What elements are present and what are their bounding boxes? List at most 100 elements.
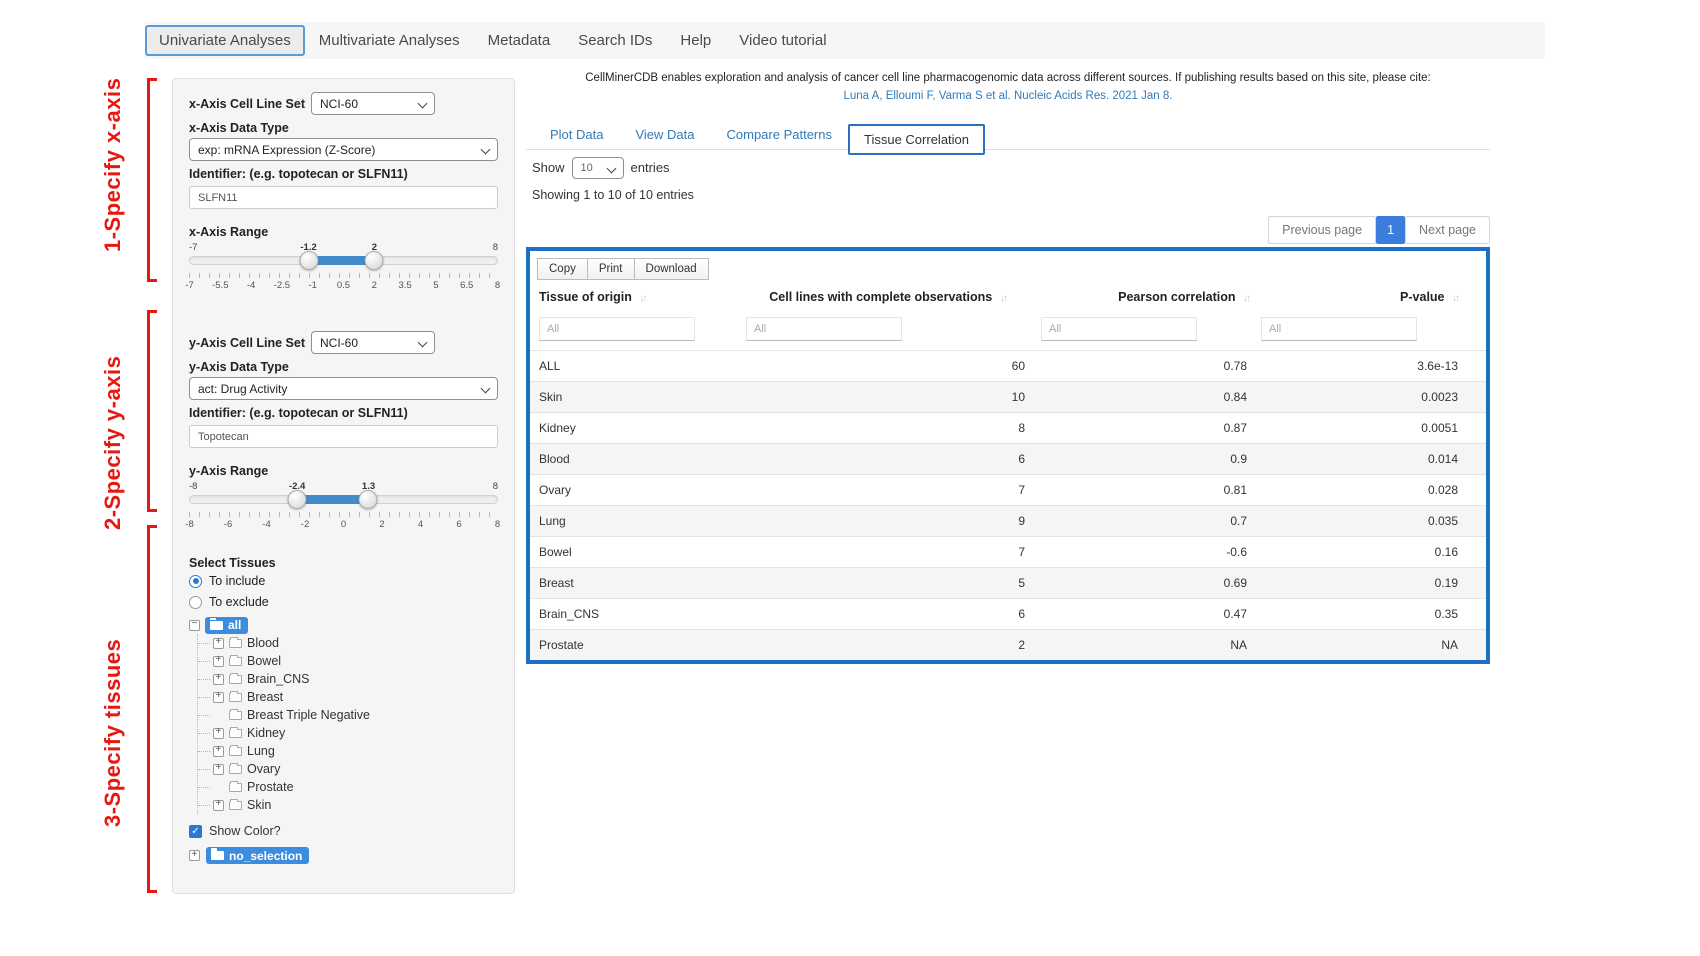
tree-node[interactable]: Brain_CNS bbox=[224, 670, 498, 688]
folder-icon bbox=[229, 639, 242, 648]
tick-label: 6.5 bbox=[460, 280, 473, 291]
nav-tab[interactable]: Video tutorial bbox=[725, 25, 840, 56]
export-button[interactable]: Copy bbox=[537, 258, 588, 280]
y-slider-to-handle[interactable] bbox=[359, 490, 378, 509]
expand-icon[interactable] bbox=[213, 782, 224, 793]
table-row[interactable]: Skin 10 0.84 0.0023 bbox=[530, 381, 1486, 412]
entries-label: entries bbox=[631, 160, 670, 175]
show-color-checkbox[interactable]: ✓ bbox=[189, 825, 202, 838]
analysis-tab[interactable]: Tissue Correlation bbox=[848, 124, 985, 155]
folder-icon bbox=[229, 657, 242, 666]
column-header-pearson[interactable]: Pearson correlation ↓↑ bbox=[1035, 280, 1255, 312]
tree-node-no-selection[interactable]: no_selection bbox=[189, 847, 498, 864]
expand-icon[interactable] bbox=[213, 656, 224, 667]
tree-node[interactable]: Lung bbox=[224, 742, 498, 760]
page-size-select[interactable]: 10 bbox=[572, 157, 624, 179]
y-identifier-input[interactable] bbox=[189, 425, 498, 448]
tree-node[interactable]: Kidney bbox=[224, 724, 498, 742]
showing-entries-text: Showing 1 to 10 of 10 entries bbox=[532, 188, 1490, 202]
column-header-tissue[interactable]: Tissue of origin ↓↑ bbox=[530, 280, 740, 312]
table-row[interactable]: Brain_CNS 6 0.47 0.35 bbox=[530, 598, 1486, 629]
tree-node-all[interactable]: all bbox=[189, 616, 498, 634]
tissue-filter-input[interactable] bbox=[539, 317, 695, 341]
page-size-value: 10 bbox=[581, 162, 593, 174]
expand-icon[interactable] bbox=[213, 764, 224, 775]
table-row[interactable]: Lung 9 0.7 0.035 bbox=[530, 505, 1486, 536]
tree-node[interactable]: Breast Triple Negative bbox=[224, 706, 498, 724]
expand-icon[interactable] bbox=[213, 674, 224, 685]
table-row[interactable]: Kidney 8 0.87 0.0051 bbox=[530, 412, 1486, 443]
cell-lines-cell: 60 bbox=[740, 350, 1035, 381]
collapse-icon[interactable] bbox=[189, 620, 200, 631]
x-slider-track[interactable] bbox=[189, 256, 498, 265]
folder-icon bbox=[229, 765, 242, 774]
y-data-type-select[interactable]: act: Drug Activity bbox=[189, 377, 498, 400]
x-data-type-select[interactable]: exp: mRNA Expression (Z-Score) bbox=[189, 138, 498, 161]
tree-node-label: Breast Triple Negative bbox=[247, 708, 370, 722]
cell-lines-filter-input[interactable] bbox=[746, 317, 902, 341]
include-radio[interactable] bbox=[189, 575, 202, 588]
x-identifier-input[interactable] bbox=[189, 186, 498, 209]
analysis-tab[interactable]: Plot Data bbox=[534, 120, 619, 149]
table-row[interactable]: Ovary 7 0.81 0.028 bbox=[530, 474, 1486, 505]
sort-icon[interactable]: ↓↑ bbox=[1000, 293, 1006, 304]
analysis-tab[interactable]: View Data bbox=[619, 120, 710, 149]
nav-tab[interactable]: Help bbox=[666, 25, 725, 56]
column-header-pvalue[interactable]: P-value ↓↑ bbox=[1255, 280, 1486, 312]
tissue-cell: Bowel bbox=[530, 536, 740, 567]
tree-node[interactable]: Prostate bbox=[224, 778, 498, 796]
x-cell-line-set-select[interactable]: NCI-60 bbox=[311, 92, 435, 115]
expand-icon[interactable] bbox=[213, 728, 224, 739]
pearson-cell: 0.7 bbox=[1035, 505, 1255, 536]
sort-icon[interactable]: ↓↑ bbox=[1243, 293, 1249, 304]
sort-icon[interactable]: ↓↑ bbox=[639, 293, 645, 304]
pvalue-filter-input[interactable] bbox=[1261, 317, 1417, 341]
tree-node[interactable]: Ovary bbox=[224, 760, 498, 778]
tree-node[interactable]: Bowel bbox=[224, 652, 498, 670]
expand-icon[interactable] bbox=[213, 638, 224, 649]
chevron-down-icon bbox=[606, 163, 616, 173]
expand-icon[interactable] bbox=[213, 800, 224, 811]
table-row[interactable]: Breast 5 0.69 0.19 bbox=[530, 567, 1486, 598]
y-slider-track[interactable] bbox=[189, 495, 498, 504]
y-slider-from-handle[interactable] bbox=[288, 490, 307, 509]
y-cell-line-set-select[interactable]: NCI-60 bbox=[311, 331, 435, 354]
x-slider-to-handle[interactable] bbox=[365, 251, 384, 270]
x-slider-from-handle[interactable] bbox=[299, 251, 318, 270]
column-header-cell-lines[interactable]: Cell lines with complete observations ↓↑ bbox=[740, 280, 1035, 312]
nav-tab[interactable]: Univariate Analyses bbox=[145, 25, 305, 56]
export-button[interactable]: Download bbox=[634, 258, 709, 280]
export-button[interactable]: Print bbox=[587, 258, 635, 280]
expand-icon[interactable] bbox=[213, 692, 224, 703]
table-row[interactable]: Bowel 7 -0.6 0.16 bbox=[530, 536, 1486, 567]
tree-node[interactable]: Skin bbox=[224, 796, 498, 814]
pearson-filter-input[interactable] bbox=[1041, 317, 1197, 341]
exclude-radio[interactable] bbox=[189, 596, 202, 609]
analysis-tab-label: View Data bbox=[635, 127, 694, 142]
nav-tab[interactable]: Multivariate Analyses bbox=[305, 25, 474, 56]
analysis-tab[interactable]: Compare Patterns bbox=[711, 120, 849, 149]
annotation-step2: 2-Specify y-axis bbox=[100, 345, 126, 540]
previous-page-button[interactable]: Previous page bbox=[1268, 216, 1376, 244]
y-range-label: y-Axis Range bbox=[189, 464, 498, 478]
table-row[interactable]: Blood 6 0.9 0.014 bbox=[530, 443, 1486, 474]
expand-icon[interactable] bbox=[213, 710, 224, 721]
tick-label: 8 bbox=[495, 519, 500, 530]
tree-node[interactable]: Blood bbox=[224, 634, 498, 652]
pearson-cell: 0.84 bbox=[1035, 381, 1255, 412]
next-page-button[interactable]: Next page bbox=[1405, 216, 1490, 244]
analysis-tab-label: Compare Patterns bbox=[727, 127, 833, 142]
current-page-button[interactable]: 1 bbox=[1376, 216, 1405, 244]
citation-link[interactable]: Luna A, Elloumi F, Varma S et al. Nuclei… bbox=[844, 90, 1173, 102]
nav-tab[interactable]: Search IDs bbox=[564, 25, 666, 56]
tissue-correlation-table: Tissue of origin ↓↑ Cell lines with comp… bbox=[530, 280, 1486, 661]
tree-node[interactable]: Breast bbox=[224, 688, 498, 706]
expand-icon[interactable] bbox=[213, 746, 224, 757]
table-row[interactable]: Prostate 2 NA NA bbox=[530, 629, 1486, 660]
nav-tab-label: Univariate Analyses bbox=[159, 32, 291, 49]
sort-icon[interactable]: ↓↑ bbox=[1452, 293, 1458, 304]
x-cell-line-set-value: NCI-60 bbox=[320, 97, 358, 111]
table-row[interactable]: ALL 60 0.78 3.6e-13 bbox=[530, 350, 1486, 381]
expand-icon[interactable] bbox=[189, 850, 200, 861]
nav-tab[interactable]: Metadata bbox=[474, 25, 565, 56]
